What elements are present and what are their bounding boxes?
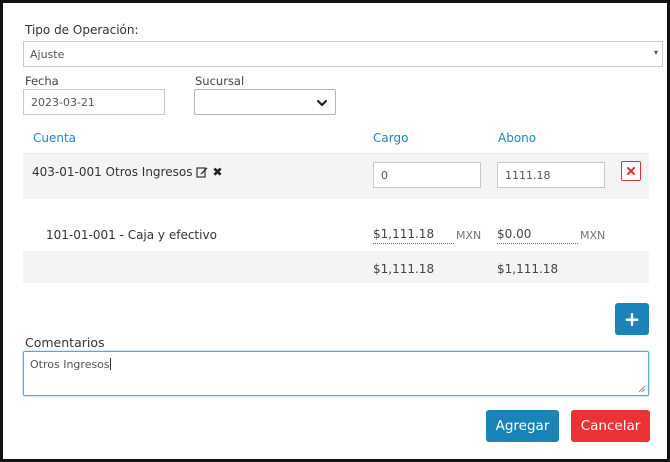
- operation-type-label: Tipo de Operación:: [25, 23, 139, 37]
- counter-entry-charge[interactable]: $1,111.18: [373, 227, 454, 244]
- chevron-down-icon: [316, 99, 328, 107]
- branch-select[interactable]: [194, 89, 336, 115]
- operation-type-value: Ajuste: [30, 48, 65, 61]
- total-charge: $1,111.18: [373, 262, 435, 276]
- header-credit: Abono: [498, 131, 537, 145]
- date-label: Fecha: [25, 74, 59, 88]
- caret-down-icon: ▾: [653, 48, 658, 57]
- entry-charge-value: 0: [381, 168, 388, 182]
- header-charge: Cargo: [373, 131, 409, 145]
- entry-credit-input[interactable]: 1111.18: [497, 162, 605, 188]
- counter-entry-account: 101-01-001 - Caja y efectivo: [46, 228, 217, 242]
- counter-entry-charge-currency: MXN: [456, 229, 482, 242]
- date-value: 2023-03-21: [31, 95, 95, 109]
- cancel-button[interactable]: Cancelar: [571, 410, 650, 442]
- entry-credit-value: 1111.18: [505, 168, 551, 182]
- delete-row-button[interactable]: [621, 161, 641, 181]
- counter-entry-credit-currency: MXN: [580, 229, 606, 242]
- add-row-button[interactable]: +: [615, 303, 649, 335]
- entry-account-label: 403-01-001 Otros Ingresos: [32, 165, 193, 179]
- resize-handle-icon[interactable]: [636, 383, 646, 393]
- operation-dialog: Tipo de Operación: Ajuste ▾ Fecha 2023-0…: [0, 0, 670, 462]
- add-button[interactable]: Agregar: [486, 410, 559, 442]
- edit-icon[interactable]: [196, 166, 208, 178]
- operation-type-select[interactable]: Ajuste ▾: [23, 41, 663, 67]
- total-credit: $1,111.18: [497, 262, 559, 276]
- comments-textarea[interactable]: Otros Ingresos: [23, 351, 649, 396]
- counter-entry-credit[interactable]: $0.00: [497, 227, 578, 244]
- branch-label: Sucursal: [195, 74, 245, 88]
- header-account: Cuenta: [33, 131, 77, 145]
- date-input[interactable]: 2023-03-21: [23, 89, 165, 115]
- text-cursor: [109, 358, 111, 370]
- remove-account-icon[interactable]: ✖: [212, 165, 222, 179]
- comments-value: Otros Ingresos: [30, 358, 110, 371]
- comments-label: Comentarios: [25, 335, 105, 350]
- entry-charge-input[interactable]: 0: [373, 162, 481, 188]
- entry-account: 403-01-001 Otros Ingresos ✖: [32, 165, 223, 179]
- close-icon: [627, 167, 635, 175]
